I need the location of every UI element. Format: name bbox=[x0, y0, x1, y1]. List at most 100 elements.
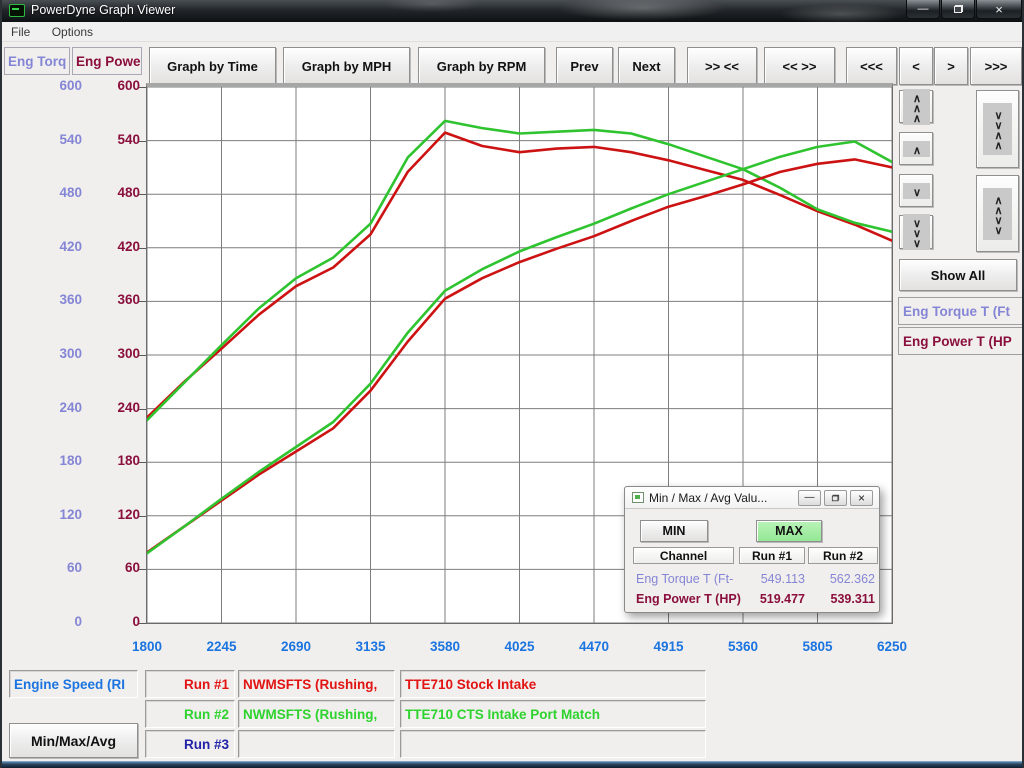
chevron-down-icon: ∨ bbox=[911, 186, 922, 196]
channel-button-power[interactable]: Eng Power T (HP bbox=[898, 327, 1024, 355]
scroll-left-button[interactable]: < bbox=[899, 47, 933, 85]
y-axis-label-torque: 60 bbox=[38, 560, 82, 575]
y-axis-tick bbox=[139, 248, 146, 249]
minmax-window-controls: — × bbox=[795, 490, 873, 506]
menu-file[interactable]: File bbox=[2, 22, 39, 39]
column-header-run1[interactable]: Run #1 bbox=[739, 547, 805, 564]
y-axis-tick bbox=[139, 516, 146, 517]
powerdyne-window: PowerDyne Graph Viewer — × File Options … bbox=[0, 0, 1024, 768]
window-controls: — × bbox=[905, 0, 1022, 19]
y-axis-tick bbox=[139, 409, 146, 410]
y-scroll-down-fast-button[interactable]: ∨∨∨ bbox=[899, 215, 933, 249]
run2-label-box[interactable]: Run #2 bbox=[145, 700, 235, 728]
y-axis-label-power: 180 bbox=[96, 453, 140, 468]
minimize-icon: — bbox=[805, 493, 815, 503]
table-row-torque: Eng Torque T (Ft- 549.113 562.362 bbox=[625, 570, 881, 588]
y-axis-tick bbox=[139, 194, 146, 195]
graph-by-rpm-button[interactable]: Graph by RPM bbox=[418, 47, 545, 85]
minmax-title-bar[interactable]: Min / Max / Avg Valu... — × bbox=[625, 487, 879, 509]
minmax-restore-button[interactable] bbox=[824, 490, 847, 506]
y-axis-label-power: 600 bbox=[96, 78, 140, 93]
prev-button[interactable]: Prev bbox=[556, 47, 613, 85]
scroll-left-fast-button[interactable]: <<< bbox=[846, 47, 897, 85]
minimize-icon: — bbox=[918, 4, 929, 15]
app-icon bbox=[9, 4, 25, 17]
x-axis-label: 6250 bbox=[868, 639, 916, 654]
menu-bar: File Options bbox=[2, 22, 1024, 42]
minmax-window-title: Min / Max / Avg Valu... bbox=[649, 491, 767, 505]
x-axis-label: 5360 bbox=[719, 639, 767, 654]
y-axis-label-torque: 120 bbox=[38, 507, 82, 522]
max-button[interactable]: MAX bbox=[756, 520, 822, 542]
y-axis-label-torque: 540 bbox=[38, 132, 82, 147]
minmax-minimize-button[interactable]: — bbox=[798, 490, 821, 506]
run1-label-box[interactable]: Run #1 bbox=[145, 670, 235, 698]
show-all-button[interactable]: Show All bbox=[899, 259, 1017, 291]
scroll-right-button[interactable]: > bbox=[934, 47, 968, 85]
x-axis-label: 4915 bbox=[645, 639, 693, 654]
y-axis-label-torque: 180 bbox=[38, 453, 82, 468]
y-axis-tick bbox=[139, 141, 146, 142]
run2-operator-box[interactable]: NWMSFTS (Rushing, bbox=[238, 700, 395, 728]
torque-max-run2: 562.362 bbox=[815, 572, 875, 586]
y-axis-label-torque: 0 bbox=[38, 614, 82, 629]
run3-title-box[interactable] bbox=[400, 730, 706, 758]
power-max-run1: 519.477 bbox=[743, 592, 805, 606]
y-axis-label-power: 480 bbox=[96, 185, 140, 200]
close-button[interactable]: × bbox=[976, 0, 1022, 19]
chevrons-expand-icon: ∧∧∨∨ bbox=[992, 194, 1003, 234]
chevrons-compress-icon: ∨∨∧∧ bbox=[992, 109, 1003, 149]
y-axis-tick bbox=[139, 623, 146, 624]
minmax-window: Min / Max / Avg Valu... — × MIN MAX Chan… bbox=[624, 486, 880, 613]
x-zoom-in-button[interactable]: >> << bbox=[687, 47, 757, 85]
column-header-run2[interactable]: Run #2 bbox=[808, 547, 878, 564]
y-axis-label-power: 240 bbox=[96, 400, 140, 415]
graph-by-mph-button[interactable]: Graph by MPH bbox=[283, 47, 410, 85]
x-zoom-out-button[interactable]: << >> bbox=[764, 47, 835, 85]
run3-label-box[interactable]: Run #3 bbox=[145, 730, 235, 758]
y-axis-label-power: 0 bbox=[96, 614, 140, 629]
run1-title-box[interactable]: TTE710 Stock Intake bbox=[400, 670, 706, 698]
scroll-right-fast-button[interactable]: >>> bbox=[970, 47, 1022, 85]
x-axis-channel-box[interactable]: Engine Speed (RI bbox=[9, 670, 138, 698]
y-scroll-up-button[interactable]: ∧ bbox=[899, 132, 933, 165]
x-axis-label: 3580 bbox=[421, 639, 469, 654]
x-axis-label: 4025 bbox=[496, 639, 544, 654]
menu-options[interactable]: Options bbox=[43, 22, 102, 39]
y-axis-tick bbox=[139, 301, 146, 302]
x-axis-label: 2690 bbox=[272, 639, 320, 654]
power-max-run2: 539.311 bbox=[815, 592, 875, 606]
y-axis-label-power: 60 bbox=[96, 560, 140, 575]
y-axis-tick bbox=[139, 355, 146, 356]
minmax-avg-button[interactable]: Min/Max/Avg bbox=[9, 723, 138, 758]
row-channel-label: Eng Power T (HP) bbox=[636, 592, 741, 606]
run2-title-box[interactable]: TTE710 CTS Intake Port Match bbox=[400, 700, 706, 728]
x-axis-label: 4470 bbox=[570, 639, 618, 654]
axis-toggle-torque[interactable]: Eng Torq bbox=[4, 47, 70, 75]
y-axis-label-torque: 600 bbox=[38, 78, 82, 93]
y-scroll-up-fast-button[interactable]: ∧∧∧ bbox=[899, 90, 933, 123]
chevron-up-triple-icon: ∧∧∧ bbox=[911, 92, 922, 122]
minmax-close-button[interactable]: × bbox=[850, 490, 873, 506]
y-zoom-in-button[interactable]: ∨∨∧∧ bbox=[976, 90, 1019, 168]
y-axis-label-torque: 360 bbox=[38, 292, 82, 307]
minimize-button[interactable]: — bbox=[906, 0, 940, 19]
restore-icon bbox=[832, 495, 839, 501]
axis-toggle-power[interactable]: Eng Powe bbox=[72, 47, 142, 75]
y-axis-label-torque: 240 bbox=[38, 400, 82, 415]
maximize-button[interactable] bbox=[941, 0, 975, 19]
minmax-window-icon bbox=[632, 492, 644, 503]
y-axis-tick bbox=[139, 569, 146, 570]
y-scroll-down-button[interactable]: ∨ bbox=[899, 174, 933, 207]
table-row-power: Eng Power T (HP) 519.477 539.311 bbox=[625, 590, 881, 608]
min-button[interactable]: MIN bbox=[640, 520, 708, 542]
run3-operator-box[interactable] bbox=[238, 730, 395, 758]
column-header-channel[interactable]: Channel bbox=[633, 547, 734, 564]
y-axis-label-power: 540 bbox=[96, 132, 140, 147]
graph-by-time-button[interactable]: Graph by Time bbox=[149, 47, 276, 85]
channel-button-torque[interactable]: Eng Torque T (Ft bbox=[898, 297, 1024, 325]
y-zoom-out-button[interactable]: ∧∧∨∨ bbox=[976, 175, 1019, 252]
run1-operator-box[interactable]: NWMSFTS (Rushing, bbox=[238, 670, 395, 698]
next-button[interactable]: Next bbox=[618, 47, 675, 85]
y-axis-label-power: 300 bbox=[96, 346, 140, 361]
